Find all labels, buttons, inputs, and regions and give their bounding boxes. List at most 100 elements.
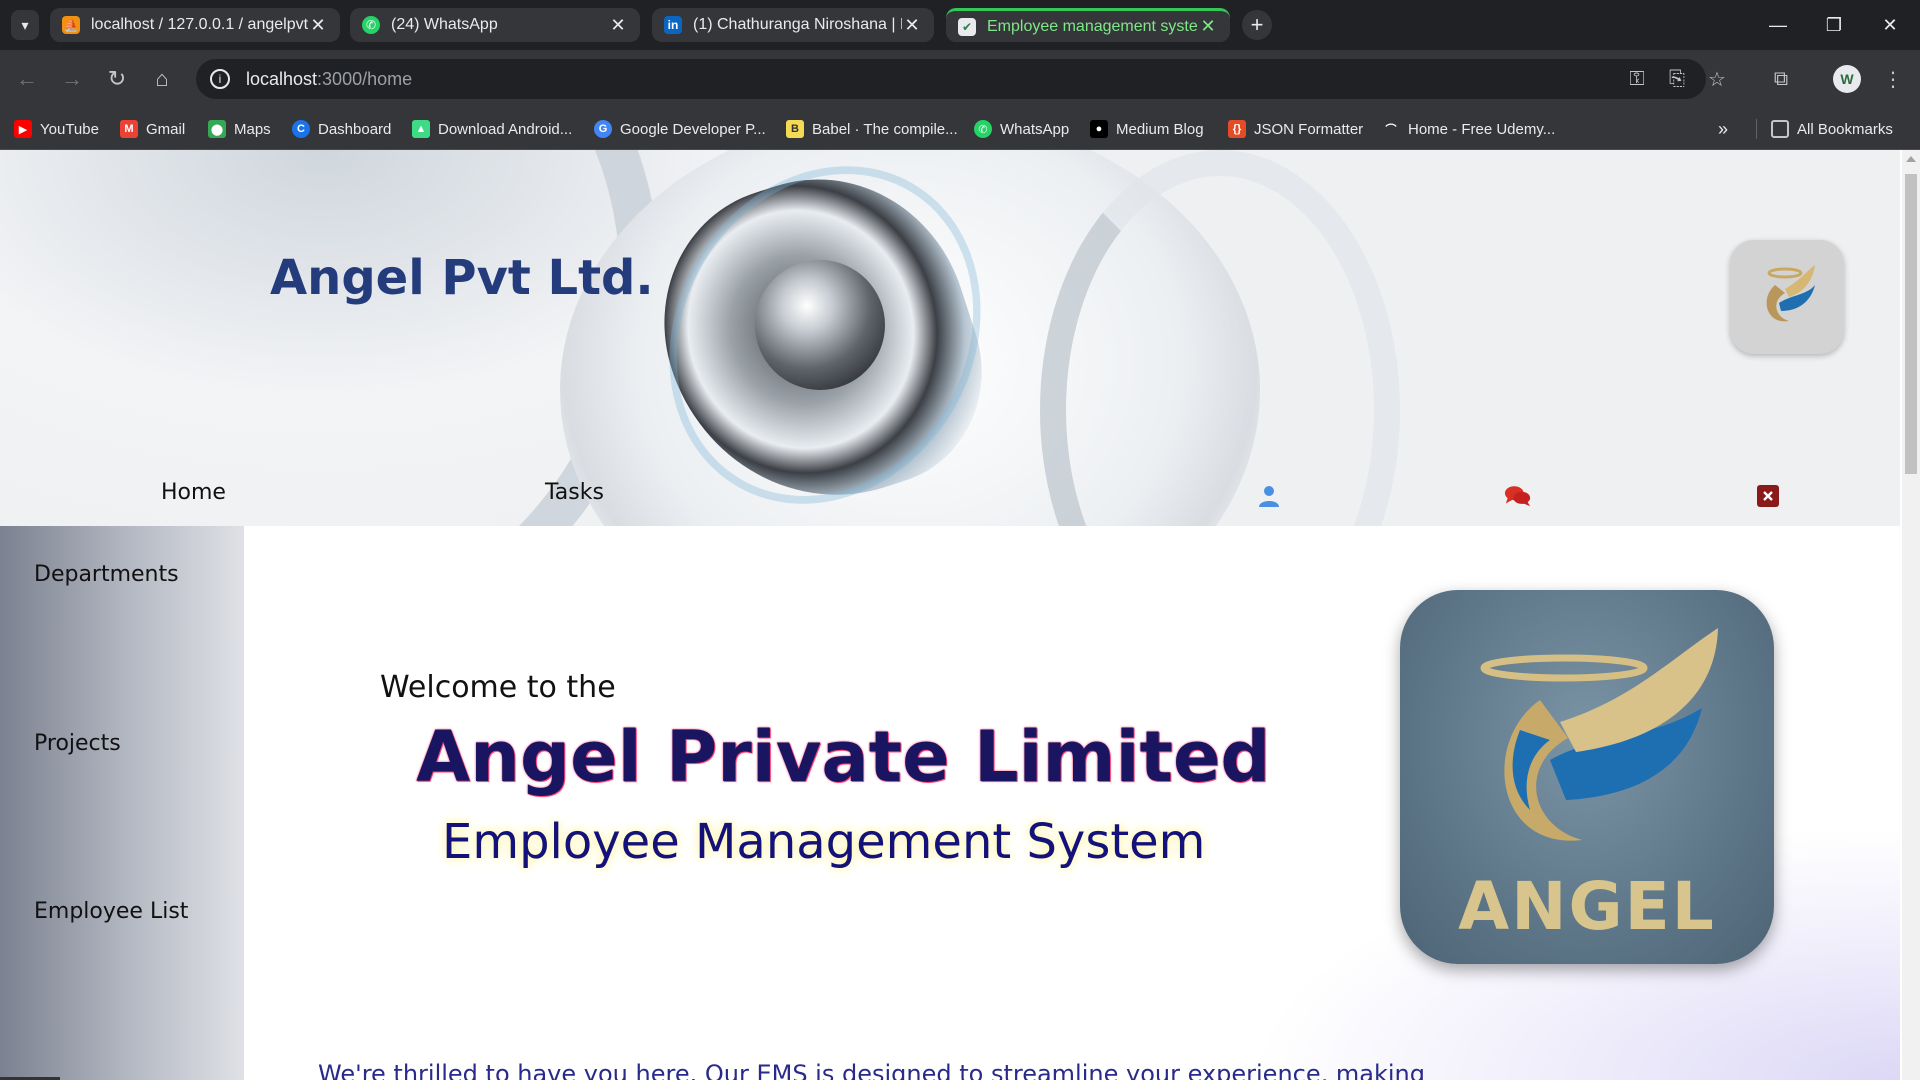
nav-home[interactable]: Home — [161, 480, 226, 505]
bookmark-label: All Bookmarks — [1797, 120, 1893, 138]
bookmark-dashboard[interactable]: C Dashboard — [292, 118, 391, 140]
bookmark-star-icon[interactable]: ☆ — [1702, 64, 1732, 94]
angel-logo-large: ANGEL — [1400, 590, 1774, 964]
whatsapp-icon: ✆ — [974, 120, 992, 138]
system-subtitle: Employee Management System — [442, 814, 1206, 870]
bookmark-label: Dashboard — [318, 120, 392, 138]
site-header: Angel Pvt Ltd. Home Tasks — [0, 150, 1900, 526]
sidebar-item-projects[interactable]: Projects — [34, 731, 121, 756]
bookmark-label: Google Developer P... — [620, 120, 766, 138]
all-bookmarks[interactable]: All Bookmarks — [1756, 118, 1893, 140]
tab-title: localhost / 127.0.0.1 / angelpvtl — [91, 16, 308, 33]
profile-avatar[interactable]: W — [1833, 65, 1861, 93]
tab-title: (24) WhatsApp — [391, 16, 498, 33]
angel-wing-icon — [1480, 628, 1718, 841]
close-tab-icon[interactable]: ✕ — [608, 15, 628, 36]
bookmark-medium[interactable]: ● Medium Blog — [1090, 118, 1204, 140]
divider — [1756, 119, 1757, 139]
intro-paragraph: We're thrilled to have you here. Our EMS… — [318, 1060, 1425, 1080]
close-tab-icon[interactable]: ✕ — [1198, 16, 1218, 37]
main-content: Welcome to the Angel Private Limited Emp… — [244, 526, 1900, 1080]
tab-search-button[interactable]: ▾ — [11, 10, 39, 40]
menu-dots-icon[interactable]: ⋮ — [1878, 64, 1908, 94]
bookmark-label: Babel · The compile... — [812, 120, 958, 138]
home-icon[interactable]: ⌂ — [147, 64, 177, 94]
bookmark-label: Gmail — [146, 120, 186, 138]
close-tab-icon[interactable]: ✕ — [902, 15, 922, 36]
page-scrollbar[interactable] — [1902, 150, 1920, 1080]
tab-title: Employee management system — [987, 17, 1198, 35]
tab-strip: ▾ ⛵ localhost / 127.0.0.1 / angelpvtl ✕ … — [0, 0, 1920, 50]
checkbox-icon: ✔ — [958, 17, 976, 36]
bookmark-label: Maps — [234, 120, 271, 138]
bookmark-android[interactable]: ▲ Download Android... — [412, 118, 572, 140]
bookmark-babel[interactable]: B Babel · The compile... — [786, 118, 958, 140]
browser-toolbar: ← → ↻ ⌂ i localhost:3000/home ⚿ ⎘ ☆ ⧉ W … — [0, 50, 1920, 108]
tab-whatsapp[interactable]: ✆ (24) WhatsApp ✕ — [350, 8, 640, 42]
youtube-icon: ▶ — [14, 120, 32, 138]
brand-title: Angel Pvt Ltd. — [270, 250, 654, 306]
logo-word: ANGEL — [1458, 868, 1716, 945]
bookmark-udemy[interactable]: ⌒ Home - Free Udemy... — [1382, 118, 1555, 140]
sidebar-item-employee-list[interactable]: Employee List — [34, 899, 188, 924]
dashboard-icon: C — [292, 120, 310, 138]
bookmark-json-formatter[interactable]: {} JSON Formatter — [1228, 118, 1363, 140]
angel-logo-small — [1730, 240, 1844, 354]
back-icon[interactable]: ← — [12, 64, 42, 94]
reload-icon[interactable]: ↻ — [102, 64, 132, 94]
sidebar: Departments Projects Employee List — [0, 526, 244, 1080]
google-icon: G — [594, 120, 612, 138]
more-bookmarks-icon[interactable]: » — [1718, 118, 1728, 140]
bookmark-google-developer[interactable]: G Google Developer P... — [594, 118, 766, 140]
close-window-icon[interactable]: ✕ — [1870, 10, 1910, 40]
android-icon: ▲ — [412, 120, 430, 138]
company-name-heading: Angel Private Limited — [416, 716, 1271, 798]
new-tab-button[interactable]: + — [1242, 10, 1272, 40]
address-bar[interactable]: i localhost:3000/home — [196, 59, 1706, 99]
top-navigation: Home Tasks — [0, 468, 1900, 526]
bookmark-gmail[interactable]: M Gmail — [120, 118, 185, 140]
scrollbar-thumb[interactable] — [1905, 174, 1917, 474]
folder-icon — [1771, 120, 1789, 138]
bookmark-label: Home - Free Udemy... — [1408, 120, 1556, 138]
whatsapp-icon: ✆ — [362, 16, 380, 34]
maps-icon: ⬤ — [208, 120, 226, 138]
close-tab-icon[interactable]: ✕ — [308, 15, 328, 36]
bookmark-whatsapp[interactable]: ✆ WhatsApp — [974, 118, 1069, 140]
bookmarks-bar: ▶ YouTube M Gmail ⬤ Maps C Dashboard ▲ Downlo… — [0, 108, 1920, 150]
url-host: localhost — [246, 68, 318, 89]
bookmark-label: Medium Blog — [1116, 120, 1204, 138]
restore-icon[interactable]: ❐ — [1814, 10, 1854, 40]
tab-employee-management[interactable]: ✔ Employee management system ✕ — [946, 8, 1230, 42]
site-info-icon[interactable]: i — [210, 69, 230, 89]
angel-wing-icon — [1766, 265, 1815, 322]
udemy-icon: ⌒ — [1382, 120, 1400, 138]
forward-icon[interactable]: → — [57, 64, 87, 94]
sidebar-item-departments[interactable]: Departments — [34, 562, 179, 587]
babel-icon: B — [786, 120, 804, 138]
gmail-icon: M — [120, 120, 138, 138]
bookmark-label: WhatsApp — [1000, 120, 1070, 138]
bookmark-label: JSON Formatter — [1254, 120, 1364, 138]
chrome-sphere — [755, 260, 885, 390]
chrome-abstract-image — [608, 150, 1042, 526]
bookmark-youtube[interactable]: ▶ YouTube — [14, 118, 99, 140]
scroll-up-icon[interactable] — [1906, 156, 1916, 162]
json-icon: {} — [1228, 120, 1246, 138]
password-key-icon[interactable]: ⚿ — [1622, 64, 1652, 94]
tab-linkedin[interactable]: in (1) Chathuranga Niroshana | Lin ✕ — [652, 8, 934, 42]
nav-tasks[interactable]: Tasks — [545, 480, 604, 505]
minimize-icon[interactable]: — — [1758, 10, 1798, 40]
user-icon[interactable] — [1255, 482, 1283, 510]
install-app-icon[interactable]: ⎘ — [1662, 64, 1692, 94]
linkedin-icon: in — [664, 16, 682, 34]
url-path: :3000/home — [317, 68, 413, 89]
medium-icon: ● — [1090, 120, 1108, 138]
tab-phpmyadmin[interactable]: ⛵ localhost / 127.0.0.1 / angelpvtl ✕ — [50, 8, 340, 42]
chat-icon[interactable] — [1504, 482, 1532, 510]
extensions-icon[interactable]: ⧉ — [1766, 64, 1796, 94]
welcome-text: Welcome to the — [380, 670, 616, 705]
close-icon[interactable] — [1754, 482, 1782, 510]
bookmark-maps[interactable]: ⬤ Maps — [208, 118, 271, 140]
web-page: Angel Pvt Ltd. Home Tasks Departments Pr… — [0, 150, 1920, 1080]
